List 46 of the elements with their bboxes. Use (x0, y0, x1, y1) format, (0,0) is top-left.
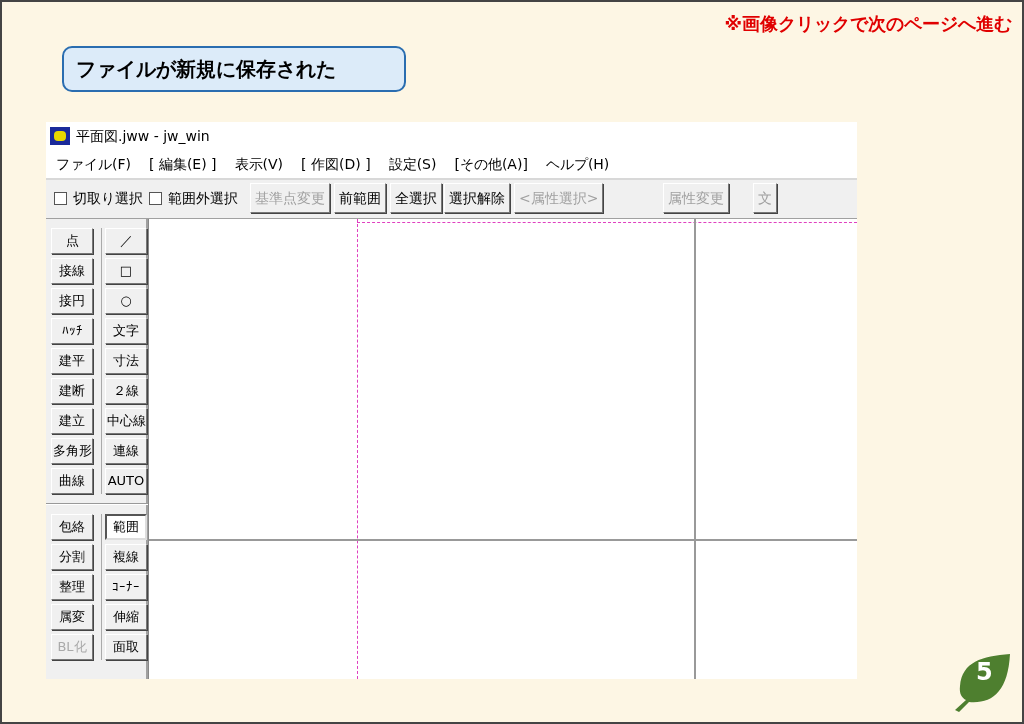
tool-button[interactable]: 包絡 (51, 514, 93, 540)
tool-button[interactable]: 範囲 (105, 514, 147, 540)
window-title: 平面図.jww - jw_win (76, 126, 210, 146)
tool-button[interactable]: AUTO (105, 468, 147, 494)
tool-button[interactable]: 多角形 (51, 438, 93, 464)
menu-item[interactable]: ファイル(F) (56, 153, 131, 175)
toolbar-button[interactable]: 全選択 (390, 183, 442, 213)
checkbox[interactable] (149, 191, 162, 205)
menu-item[interactable]: [ 作図(D) ] (301, 153, 371, 175)
page-number: 5 (976, 660, 993, 684)
step-heading: ファイルが新規に保存された (62, 46, 406, 92)
checkbox-label: 範囲外選択 (168, 188, 238, 208)
tool-button[interactable]: 接円 (51, 288, 93, 314)
tool-button[interactable]: ／ (105, 228, 147, 254)
menu-item[interactable]: ヘルプ(H) (545, 153, 610, 175)
tool-button[interactable]: ｺｰﾅｰ (105, 574, 147, 600)
tool-button[interactable]: 建立 (51, 408, 93, 434)
app-logo-icon (50, 127, 70, 145)
tool-button[interactable]: ﾊｯﾁ (51, 318, 93, 344)
tool-button[interactable]: 点 (51, 228, 93, 254)
tool-button[interactable]: 建平 (51, 348, 93, 374)
menu-item[interactable]: 設定(S) (388, 153, 437, 175)
tool-button[interactable]: 寸法 (105, 348, 147, 374)
tool-button[interactable]: 建断 (51, 378, 93, 404)
tool-button[interactable]: □ (105, 258, 147, 284)
menu-item[interactable]: [その他(A)] (454, 153, 528, 175)
tool-button[interactable]: 文字 (105, 318, 147, 344)
tool-button[interactable]: 分割 (51, 544, 93, 570)
tool-button[interactable]: 整理 (51, 574, 93, 600)
toolbar-button[interactable]: 前範囲 (334, 183, 386, 213)
checkbox[interactable] (54, 191, 67, 205)
checkbox-label: 切取り選択 (73, 188, 143, 208)
tool-button[interactable]: 中心線 (105, 408, 147, 434)
instruction-note: ※画像クリックで次のページへ進む (724, 12, 1012, 36)
tool-button[interactable]: 複線 (105, 544, 147, 570)
tool-button[interactable]: 連線 (105, 438, 147, 464)
tool-button[interactable]: 伸縮 (105, 604, 147, 630)
toolbar-button[interactable]: 選択解除 (444, 183, 510, 213)
tool-button[interactable]: 属変 (51, 604, 93, 630)
tool-button[interactable]: 面取 (105, 634, 147, 660)
tool-button[interactable]: ○ (105, 288, 147, 314)
tool-button[interactable]: 曲線 (51, 468, 93, 494)
tool-button[interactable]: ２線 (105, 378, 147, 404)
tool-button[interactable]: 接線 (51, 258, 93, 284)
menu-item[interactable]: 表示(V) (234, 153, 284, 175)
menu-item[interactable]: [ 編集(E) ] (149, 153, 217, 175)
